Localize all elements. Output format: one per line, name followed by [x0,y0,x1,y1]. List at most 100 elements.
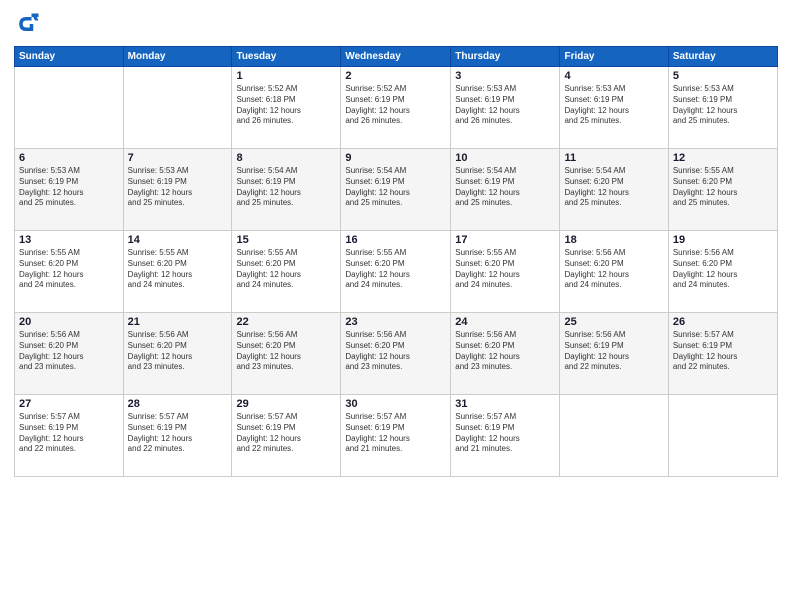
calendar-body: 1 Sunrise: 5:52 AM Sunset: 6:18 PM Daylig… [15,67,778,477]
calendar-cell: 30Sunrise: 5:57 AM Sunset: 6:19 PM Dayli… [341,395,451,477]
calendar-cell: 7 Sunrise: 5:53 AM Sunset: 6:19 PM Daylig… [123,149,232,231]
day-info: Sunrise: 5:55 AM Sunset: 6:20 PM Dayligh… [673,166,773,209]
calendar-cell: 15 Sunrise: 5:55 AM Sunset: 6:20 PM Dayli… [232,231,341,313]
calendar-cell: 5Sunrise: 5:53 AM Sunset: 6:19 PM Daylig… [668,67,777,149]
calendar-cell: 9 Sunrise: 5:54 AM Sunset: 6:19 PM Daylig… [341,149,451,231]
day-info: Sunrise: 5:53 AM Sunset: 6:19 PM Dayligh… [673,84,773,127]
calendar-cell: 13 Sunrise: 5:55 AM Sunset: 6:20 PM Dayli… [15,231,124,313]
day-info: Sunrise: 5:55 AM Sunset: 6:20 PM Dayligh… [455,248,555,291]
day-info: Sunrise: 5:57 AM Sunset: 6:19 PM Dayligh… [673,330,773,373]
header-row: SundayMondayTuesdayWednesdayThursdayFrid… [15,47,778,67]
calendar-cell: 26 Sunrise: 5:57 AM Sunset: 6:19 PM Dayli… [668,313,777,395]
day-info: Sunrise: 5:56 AM Sunset: 6:20 PM Dayligh… [455,330,555,373]
calendar-cell: 28Sunrise: 5:57 AM Sunset: 6:19 PM Dayli… [123,395,232,477]
week-row-5: 27 Sunrise: 5:57 AM Sunset: 6:19 PM Dayli… [15,395,778,477]
day-info: Sunrise: 5:56 AM Sunset: 6:19 PM Dayligh… [564,330,663,373]
day-number: 11 [564,152,663,164]
day-number: 3 [455,70,555,82]
day-number: 13 [19,234,119,246]
logo-icon [14,10,42,38]
calendar-cell: 29 Sunrise: 5:57 AM Sunset: 6:19 PM Dayli… [232,395,341,477]
day-number: 4 [564,70,663,82]
calendar-cell: 27 Sunrise: 5:57 AM Sunset: 6:19 PM Dayli… [15,395,124,477]
day-number: 23 [345,316,446,328]
day-number: 22 [236,316,336,328]
calendar-cell: 2Sunrise: 5:52 AM Sunset: 6:19 PM Daylig… [341,67,451,149]
day-number: 10 [455,152,555,164]
calendar-cell: 14 Sunrise: 5:55 AM Sunset: 6:20 PM Dayli… [123,231,232,313]
day-header-thursday: Thursday [451,47,560,67]
day-info: Sunrise: 5:55 AM Sunset: 6:20 PM Dayligh… [236,248,336,291]
calendar-cell: 3 Sunrise: 5:53 AM Sunset: 6:19 PM Daylig… [451,67,560,149]
day-number: 15 [236,234,336,246]
day-info: Sunrise: 5:54 AM Sunset: 6:20 PM Dayligh… [564,166,663,209]
day-info: Sunrise: 5:52 AM Sunset: 6:18 PM Dayligh… [236,84,336,127]
day-number: 17 [455,234,555,246]
day-number: 12 [673,152,773,164]
day-info: Sunrise: 5:56 AM Sunset: 6:20 PM Dayligh… [673,248,773,291]
calendar-cell: 23 Sunrise: 5:56 AM Sunset: 6:20 PM Dayli… [341,313,451,395]
calendar-cell: 4 Sunrise: 5:53 AM Sunset: 6:19 PM Daylig… [560,67,668,149]
day-number: 16 [345,234,446,246]
day-info: Sunrise: 5:53 AM Sunset: 6:19 PM Dayligh… [19,166,119,209]
day-header-monday: Monday [123,47,232,67]
calendar-cell: 22 Sunrise: 5:56 AM Sunset: 6:20 PM Dayli… [232,313,341,395]
day-info: Sunrise: 5:54 AM Sunset: 6:19 PM Dayligh… [455,166,555,209]
calendar-table: SundayMondayTuesdayWednesdayThursdayFrid… [14,46,778,477]
day-info: Sunrise: 5:56 AM Sunset: 6:20 PM Dayligh… [19,330,119,373]
day-header-wednesday: Wednesday [341,47,451,67]
day-info: Sunrise: 5:57 AM Sunset: 6:19 PM Dayligh… [455,412,555,455]
calendar-cell [560,395,668,477]
day-number: 26 [673,316,773,328]
day-header-sunday: Sunday [15,47,124,67]
calendar-cell: 17 Sunrise: 5:55 AM Sunset: 6:20 PM Dayli… [451,231,560,313]
day-number: 24 [455,316,555,328]
day-info: Sunrise: 5:54 AM Sunset: 6:19 PM Dayligh… [345,166,446,209]
day-info: Sunrise: 5:56 AM Sunset: 6:20 PM Dayligh… [236,330,336,373]
day-number: 18 [564,234,663,246]
day-info: Sunrise: 5:53 AM Sunset: 6:19 PM Dayligh… [128,166,228,209]
calendar-cell: 24 Sunrise: 5:56 AM Sunset: 6:20 PM Dayli… [451,313,560,395]
day-number: 2 [345,70,446,82]
day-info: Sunrise: 5:55 AM Sunset: 6:20 PM Dayligh… [19,248,119,291]
calendar-cell: 31Sunrise: 5:57 AM Sunset: 6:19 PM Dayli… [451,395,560,477]
calendar-cell [123,67,232,149]
day-number: 14 [128,234,228,246]
day-info: Sunrise: 5:57 AM Sunset: 6:19 PM Dayligh… [345,412,446,455]
week-row-2: 6Sunrise: 5:53 AM Sunset: 6:19 PM Daylig… [15,149,778,231]
day-header-friday: Friday [560,47,668,67]
day-number: 19 [673,234,773,246]
day-number: 28 [128,398,228,410]
week-row-3: 13 Sunrise: 5:55 AM Sunset: 6:20 PM Dayli… [15,231,778,313]
day-info: Sunrise: 5:56 AM Sunset: 6:20 PM Dayligh… [128,330,228,373]
day-number: 7 [128,152,228,164]
day-number: 27 [19,398,119,410]
day-number: 25 [564,316,663,328]
calendar-cell: 8Sunrise: 5:54 AM Sunset: 6:19 PM Daylig… [232,149,341,231]
day-number: 9 [345,152,446,164]
calendar-cell: 1 Sunrise: 5:52 AM Sunset: 6:18 PM Daylig… [232,67,341,149]
day-info: Sunrise: 5:56 AM Sunset: 6:20 PM Dayligh… [345,330,446,373]
day-info: Sunrise: 5:57 AM Sunset: 6:19 PM Dayligh… [236,412,336,455]
day-number: 20 [19,316,119,328]
page: SundayMondayTuesdayWednesdayThursdayFrid… [0,0,792,612]
day-info: Sunrise: 5:55 AM Sunset: 6:20 PM Dayligh… [345,248,446,291]
calendar-cell: 18Sunrise: 5:56 AM Sunset: 6:20 PM Dayli… [560,231,668,313]
logo [14,10,46,38]
day-info: Sunrise: 5:53 AM Sunset: 6:19 PM Dayligh… [455,84,555,127]
calendar-cell: 11 Sunrise: 5:54 AM Sunset: 6:20 PM Dayli… [560,149,668,231]
day-info: Sunrise: 5:55 AM Sunset: 6:20 PM Dayligh… [128,248,228,291]
calendar-cell: 16 Sunrise: 5:55 AM Sunset: 6:20 PM Dayli… [341,231,451,313]
day-info: Sunrise: 5:53 AM Sunset: 6:19 PM Dayligh… [564,84,663,127]
calendar-cell [15,67,124,149]
week-row-1: 1 Sunrise: 5:52 AM Sunset: 6:18 PM Daylig… [15,67,778,149]
calendar-cell [668,395,777,477]
calendar-cell: 21Sunrise: 5:56 AM Sunset: 6:20 PM Dayli… [123,313,232,395]
calendar-header: SundayMondayTuesdayWednesdayThursdayFrid… [15,47,778,67]
day-number: 1 [236,70,336,82]
day-info: Sunrise: 5:57 AM Sunset: 6:19 PM Dayligh… [19,412,119,455]
calendar-cell: 12 Sunrise: 5:55 AM Sunset: 6:20 PM Dayli… [668,149,777,231]
day-number: 29 [236,398,336,410]
calendar-cell: 10 Sunrise: 5:54 AM Sunset: 6:19 PM Dayli… [451,149,560,231]
calendar-cell: 25 Sunrise: 5:56 AM Sunset: 6:19 PM Dayli… [560,313,668,395]
